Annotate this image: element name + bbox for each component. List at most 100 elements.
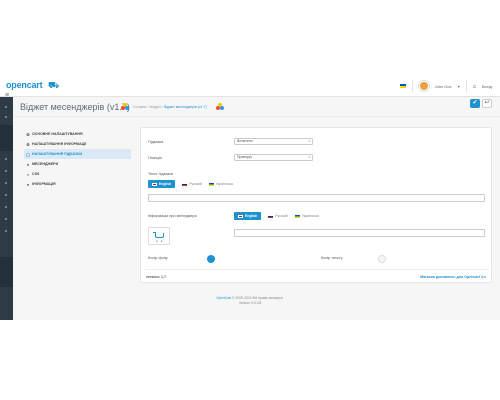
palette-icon (121, 103, 129, 110)
page-title: Віджет месенджерів (v1.7) (20, 102, 130, 112)
info-icon: ● (26, 181, 30, 187)
sidebar-item-sales[interactable] (0, 179, 13, 187)
language-label: Українська (215, 182, 233, 186)
settings-tabs: ⚙ ОСНОВНЕ НАЛАШТУВАННЯ ⚙ НАЛАШТУВАННЯ ІНФО… (24, 129, 131, 189)
manager-image-thumbnail[interactable]: ●● (148, 227, 170, 245)
position-label: Позиція (148, 156, 162, 160)
tab-messengers[interactable]: ● МЕСЕНДЖЕРИ (24, 159, 131, 169)
opencart-link[interactable]: OpenCart (216, 296, 231, 300)
tab-css[interactable]: ‹› CSS (24, 169, 131, 179)
version-value: 1.7 (160, 275, 166, 279)
sidebar-item-customers[interactable] (0, 191, 13, 199)
check-icon: ✔ (472, 100, 478, 106)
header-user-area: John Doe ▾ ⏻ Вихід (399, 80, 492, 92)
tooltip-text-input[interactable] (148, 194, 485, 202)
flag-ru-icon (268, 214, 274, 218)
divider (411, 80, 413, 92)
tab-label: НАЛАШТУВАННЯ ІНФОРМАЦІЇ (32, 142, 87, 146)
text-color-picker[interactable] (378, 255, 386, 263)
sidebar-item-system[interactable] (0, 215, 13, 223)
tooltip-value: Включено (237, 139, 253, 143)
tab-label: МЕСЕНДЖЕРИ (32, 162, 59, 166)
language-label: English (159, 182, 172, 186)
comment-icon: ▢ (26, 151, 30, 157)
tab-basic-settings[interactable]: ⚙ ОСНОВНЕ НАЛАШТУВАННЯ (24, 129, 131, 139)
sidebar-item-design[interactable] (0, 167, 13, 175)
background-color-label: Колір фону (148, 256, 168, 260)
save-button[interactable]: ✔ (470, 99, 480, 108)
version-info: version: 1.7 (146, 275, 166, 279)
tab-russian[interactable]: Русский (182, 182, 202, 186)
sidebar-item-reports[interactable] (0, 227, 13, 235)
flag-ua-icon (208, 182, 214, 186)
manager-info-input[interactable] (234, 229, 485, 237)
flag-gb-icon (152, 182, 157, 186)
tab-ukrainian[interactable]: Українська (208, 182, 233, 186)
tab-ukrainian[interactable]: Українська (294, 214, 319, 218)
logout-link[interactable]: Вихід (482, 84, 492, 89)
chevron-down-icon[interactable]: ▾ (458, 84, 460, 89)
sidebar-item-catalog[interactable] (0, 113, 13, 121)
sidebar-item-extensions[interactable] (0, 155, 13, 163)
chat-icon: ● (26, 161, 30, 167)
position-select[interactable]: Праворуч ▾ (234, 154, 313, 161)
user-name[interactable]: John Doe (435, 84, 452, 89)
cart-logo-icon: ⛟ (48, 80, 60, 90)
app-window: opencart ⛟ ≡ John Doe ▾ ⏻ Вихід Віджет м… (0, 75, 500, 320)
gear-icon: ⚙ (26, 131, 30, 137)
tab-information[interactable]: ● ІНФОРМАЦІЯ (24, 179, 131, 189)
breadcrumb-modules[interactable]: Модулі (149, 105, 160, 109)
tab-tooltip-settings[interactable]: ▢ НАЛАШТУВАННЯ ПІДКАЗКИ (24, 149, 131, 159)
chevron-down-icon: ▾ (308, 155, 310, 159)
tab-label: ОСНОВНЕ НАЛАШТУВАННЯ (32, 132, 83, 136)
tab-english[interactable]: English (148, 180, 176, 188)
tab-label: ІНФОРМАЦІЯ (32, 182, 56, 186)
logout-icon[interactable]: ⏻ (473, 84, 476, 89)
language-label: Русский (189, 182, 202, 186)
background-color-picker[interactable] (207, 255, 215, 263)
tooltip-language-tabs: English Русский Українська (148, 180, 233, 188)
reply-icon: ↩ (484, 100, 490, 106)
flag-gb-icon (238, 214, 243, 218)
tooltip-select[interactable]: Включено ▾ (234, 138, 313, 145)
top-header: opencart ⛟ ≡ John Doe ▾ ⏻ Вихід (0, 75, 500, 99)
breadcrumb-current[interactable]: Віджет месенджерів (v1.7) (164, 105, 207, 109)
chevron-down-icon: ▾ (308, 139, 310, 143)
sidebar-status-block (0, 257, 13, 287)
version-label: version: (146, 275, 160, 279)
sidebar-item-marketing[interactable] (0, 203, 13, 211)
tooltip-label: Підказка (148, 140, 164, 144)
divider (465, 80, 467, 92)
addons-store-link[interactable]: Магазин доповнень для Opencart 3.x (420, 275, 486, 279)
tab-label: НАЛАШТУВАННЯ ПІДКАЗКИ (32, 152, 83, 156)
cart-wheels-icon: ●● (156, 239, 166, 243)
sidebar-item-dashboard[interactable] (0, 103, 13, 111)
language-label: Русский (275, 214, 288, 218)
language-flag-icon[interactable] (399, 84, 406, 88)
tooltip-settings-panel: Підказка Включено ▾ Позиція Праворуч ▾ Т… (140, 127, 492, 283)
sidebar-active-group (0, 125, 13, 151)
flag-ru-icon (182, 182, 188, 186)
breadcrumb-home[interactable]: Головна (133, 105, 146, 109)
gear-icon: ⚙ (26, 141, 30, 147)
sidebar (0, 97, 13, 320)
tooltip-text-label: Текст підказки (148, 172, 174, 176)
back-button[interactable]: ↩ (482, 99, 492, 108)
flag-ua-icon (294, 214, 300, 218)
language-label: English (245, 214, 258, 218)
avatar[interactable] (418, 81, 429, 91)
tab-english[interactable]: English (234, 212, 262, 220)
text-color-label: Колір тексту (321, 256, 343, 260)
position-value: Праворуч (237, 155, 253, 159)
opencart-logo[interactable]: opencart (6, 80, 43, 90)
tab-info-settings[interactable]: ⚙ НАЛАШТУВАННЯ ІНФОРМАЦІЇ (24, 139, 131, 149)
tab-label: CSS (32, 172, 40, 176)
manager-language-tabs: English Русский Українська (234, 212, 319, 220)
tab-russian[interactable]: Русский (268, 214, 288, 218)
language-label: Українська (301, 214, 319, 218)
copyright-text: © 2009-2024 Всі права захищені. (231, 296, 284, 300)
manager-info-label: Інформація про менеджера (148, 214, 197, 218)
code-icon: ‹› (26, 171, 30, 177)
breadcrumb: Головна › Модулі › Віджет месенджерів (v… (133, 105, 207, 109)
version-line: Version 3.0.3.8 (238, 301, 262, 305)
